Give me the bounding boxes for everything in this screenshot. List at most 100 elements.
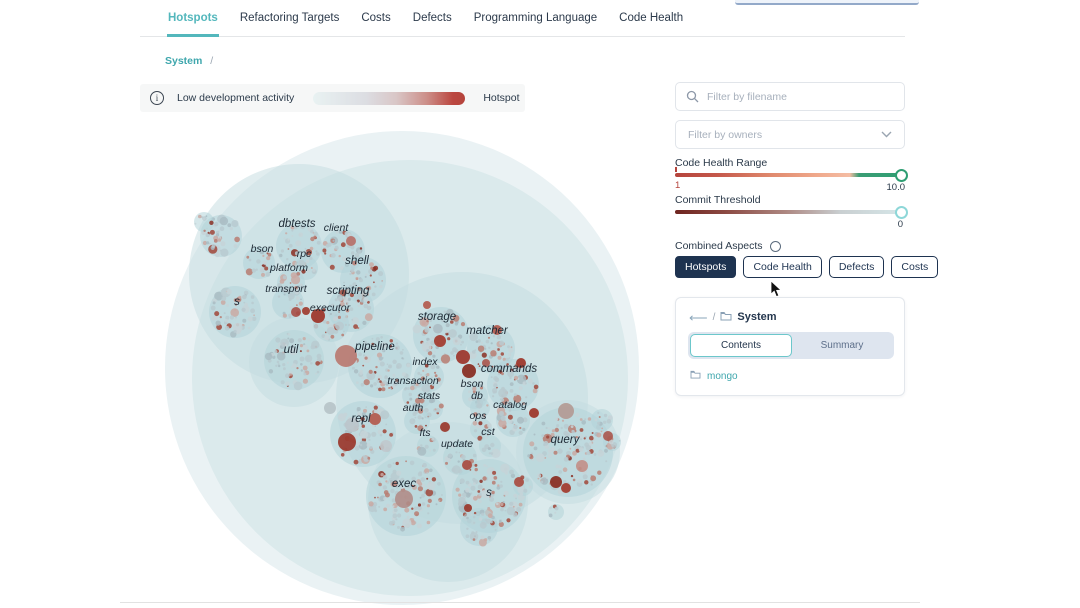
cluster-label-s: s	[486, 487, 492, 499]
back-arrow-icon[interactable]: ⟵	[689, 311, 708, 324]
cluster-unlabeled-102[interactable]	[591, 409, 613, 431]
card-tab-contents[interactable]: Contents	[690, 334, 792, 357]
aspect-buttons: Hotspots Code Health Defects Costs	[675, 256, 938, 278]
cluster-label-db: db	[471, 390, 483, 402]
cluster-label-fts: fts	[419, 427, 431, 439]
tab-defects[interactable]: Defects	[412, 8, 453, 37]
cluster-unlabeled-106[interactable]	[548, 504, 564, 520]
cluster-label-auth: auth	[403, 402, 424, 414]
combined-aspects-toggle[interactable]	[770, 241, 781, 252]
cluster-label-bson: bson	[461, 378, 484, 390]
card-tab-summary[interactable]: Summary	[792, 334, 892, 357]
hotspot-dot-11[interactable]	[380, 440, 392, 452]
code-health-range-label: Code Health Range	[675, 157, 767, 169]
hotspot-dot-17[interactable]	[395, 490, 413, 508]
hotspot-dot-1[interactable]	[302, 307, 310, 315]
code-health-max-label: 10.0	[887, 182, 906, 193]
legend-hotspot-label: Hotspot	[483, 92, 519, 104]
hotspot-dot-8[interactable]	[338, 433, 356, 451]
tab-programming-language[interactable]: Programming Language	[473, 8, 598, 37]
hotspot-dot-21[interactable]	[440, 422, 450, 432]
cluster-label-util: util	[284, 344, 299, 356]
cluster-label-bson: bson	[251, 243, 274, 255]
code-health-min-label: 1	[675, 180, 680, 191]
cluster-label-transport: transport	[265, 283, 308, 295]
hotspot-dot-19[interactable]	[514, 477, 524, 487]
hotspot-dot-6[interactable]	[462, 364, 476, 378]
code-health-range-handle[interactable]	[895, 169, 908, 182]
cluster-label-platform: platform	[269, 262, 308, 274]
filename-filter[interactable]	[675, 82, 905, 111]
card-tabs: ContentsSummary	[688, 332, 894, 359]
filename-filter-input[interactable]	[707, 91, 904, 103]
aspect-button-hotspots[interactable]: Hotspots	[675, 256, 736, 278]
cluster-label-s: s	[234, 296, 240, 308]
cluster-repl[interactable]	[330, 401, 396, 467]
hotspot-dot-16[interactable]	[561, 483, 571, 493]
hotspot-dot-5[interactable]	[456, 350, 470, 364]
card-item-label: mongo	[707, 371, 738, 382]
tab-refactoring-targets[interactable]: Refactoring Targets	[239, 8, 341, 37]
hotspot-dot-20[interactable]	[464, 504, 472, 512]
code-health-range-slider[interactable]	[675, 173, 905, 177]
hotspot-dot-12[interactable]	[369, 413, 381, 425]
cluster-unlabeled-101[interactable]	[194, 212, 214, 232]
hotspot-dot-14[interactable]	[558, 403, 574, 419]
cluster-label-dbtests: dbtests	[278, 218, 315, 230]
cluster-label-transaction: transaction	[387, 375, 439, 387]
cluster-label-shell: shell	[345, 255, 369, 267]
cluster-label-pipeline: pipeline	[354, 341, 395, 353]
cluster-util[interactable]	[264, 330, 324, 390]
cluster-label-scripting: scripting	[327, 285, 370, 297]
tab-hotspots[interactable]: Hotspots	[167, 8, 219, 37]
hotspot-dot-4[interactable]	[423, 301, 431, 309]
search-icon	[686, 90, 699, 103]
card-items: mongo	[690, 370, 738, 382]
truncated-top-element	[735, 0, 919, 5]
mouse-cursor	[770, 281, 784, 303]
cluster-label-executor: executor	[310, 302, 351, 314]
cluster-label-client: client	[324, 222, 350, 234]
breadcrumb-separator: /	[210, 55, 213, 67]
commit-threshold-handle[interactable]	[895, 206, 908, 219]
tab-costs[interactable]: Costs	[360, 8, 391, 37]
card-header: ⟵ / System	[689, 308, 777, 326]
owners-filter-dropdown[interactable]: Filter by owners	[675, 120, 905, 149]
hotspot-dot-25[interactable]	[576, 460, 588, 472]
hotspot-dot-2[interactable]	[335, 345, 357, 367]
hotspot-dot-26[interactable]	[346, 236, 356, 246]
hotspot-dot-3[interactable]	[434, 335, 446, 347]
commit-threshold-slider[interactable]	[675, 210, 905, 214]
cluster-s[interactable]	[209, 286, 261, 338]
combined-aspects-label: Combined Aspects	[675, 240, 763, 252]
hotspot-dot-9[interactable]	[324, 402, 336, 414]
info-icon[interactable]: i	[150, 91, 164, 105]
hotspot-dot-24[interactable]	[603, 431, 613, 441]
cluster-label-cst: cst	[481, 426, 496, 438]
aspect-button-code-health[interactable]: Code Health	[743, 256, 821, 278]
bottom-separator	[120, 602, 920, 603]
legend-gradient-bar	[313, 92, 465, 105]
tab-code-health[interactable]: Code Health	[618, 8, 684, 37]
path-separator: /	[713, 312, 716, 323]
cluster-label-ops: ops	[470, 410, 488, 422]
chevron-down-icon	[881, 131, 892, 138]
owners-filter-label: Filter by owners	[688, 129, 762, 141]
cluster-label-repl: repl	[351, 413, 371, 425]
hotspot-dot-15[interactable]	[550, 476, 562, 488]
aspect-button-costs[interactable]: Costs	[891, 256, 938, 278]
breadcrumb: System /	[165, 55, 213, 67]
hotspot-dot-13[interactable]	[529, 408, 539, 418]
hotspot-legend: i Low development activity Hotspot	[140, 84, 525, 112]
card-item-mongo[interactable]: mongo	[690, 370, 738, 382]
code-health-min-tick	[675, 167, 677, 172]
cluster-label-storage: storage	[418, 311, 456, 323]
cluster-label-commands: commands	[481, 363, 537, 375]
cluster-label-rpc: rpc	[297, 248, 312, 260]
commit-threshold-value-label: 0	[898, 219, 903, 230]
hotspot-dot-18[interactable]	[462, 460, 472, 470]
breadcrumb-system-link[interactable]: System	[165, 55, 202, 67]
aspect-button-defects[interactable]: Defects	[829, 256, 885, 278]
system-detail-card: ⟵ / System ContentsSummary mongo	[675, 297, 905, 396]
hotspot-dot-27[interactable]	[291, 307, 301, 317]
